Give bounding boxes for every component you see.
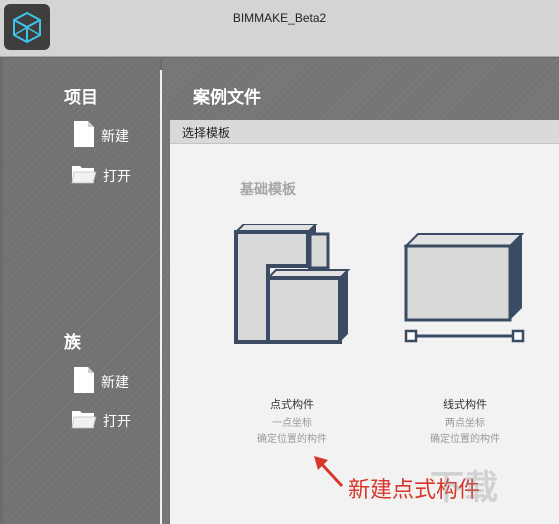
template-panel-title: 选择模板 [182,126,231,140]
open-folder-icon [71,408,97,434]
family-open-label: 打开 [103,414,131,430]
new-file-icon [73,120,95,152]
line-component-desc-1: 两点坐标 [445,418,485,429]
window-title: BIMMAKE_Beta2 [232,11,327,25]
template-panel: 选择模板 基础模板 点式构件 一点坐标 确定位置的构件 线式构件 两点坐标 确定… [170,120,559,524]
case-files-title: 案例文件 [193,88,261,108]
point-component-desc-2: 确定位置的构件 [257,434,327,445]
point-component-name: 点式构件 [270,398,314,411]
project-new-label: 新建 [101,129,129,145]
project-new-button[interactable]: 新建 [73,120,129,152]
project-open-label: 打开 [103,169,131,185]
family-new-label: 新建 [101,375,129,391]
line-component-name: 线式构件 [443,398,487,411]
family-new-button[interactable]: 新建 [73,366,129,398]
project-section-title: 项目 [64,88,98,108]
watermark: 下载 [430,468,498,508]
line-component-template[interactable]: 线式构件 两点坐标 确定位置的构件 [398,224,528,454]
point-component-template[interactable]: 点式构件 一点坐标 确定位置的构件 [230,224,355,454]
point-component-icon [233,224,351,344]
title-bar: BIMMAKE_Beta2 [0,0,559,57]
annotation-arrow-icon [314,456,344,488]
family-open-button[interactable]: 打开 [71,408,131,434]
project-open-button[interactable]: 打开 [71,163,131,189]
new-file-icon [73,366,95,398]
family-section-title: 族 [64,333,81,353]
open-folder-icon [71,163,97,189]
basic-templates-title: 基础模板 [240,182,296,198]
line-component-icon [403,233,525,343]
template-panel-header: 选择模板 [170,120,559,144]
point-component-desc-1: 一点坐标 [272,418,312,429]
line-component-desc-2: 确定位置的构件 [430,434,500,445]
